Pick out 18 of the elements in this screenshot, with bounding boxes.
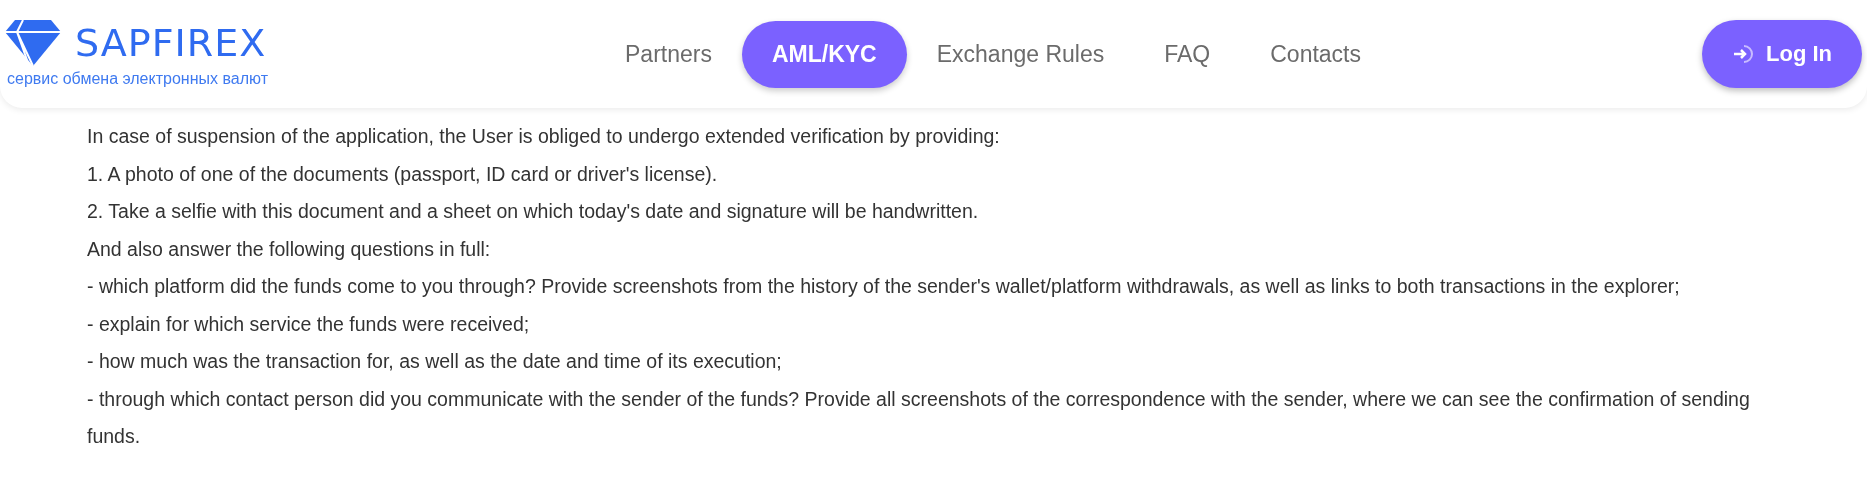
nav-tab[interactable]: Partners [595,20,742,88]
nav-tab[interactable]: AML/KYC [741,20,907,88]
nav-tab[interactable]: Exchange Rules [906,20,1135,88]
body-paragraph: - through which contact person did you communicate with the sender of the funds? Provide all screenshots of the correspondence with the sender, where we can see the confirmation of sending funds. [87,386,1751,449]
login-button[interactable]: Log In [1702,20,1862,88]
body-paragraph: In case of suspension of the application, the User is obliged to undergo extended verification by providing: [87,124,1001,149]
nav-tab[interactable]: FAQ [1134,20,1241,88]
logo-name[interactable]: SAPFIREX [75,21,267,65]
diamond-logo-icon [5,20,61,66]
body-paragraph: And also answer the following questions in full: [87,236,492,262]
body-paragraph: - which platform did the funds come to you through? Provide screenshots from the history of the sender's wallet/platform withdrawals, as well as links to both transactions in the explorer; [87,274,1681,299]
logo-tagline: сервис обмена электронных валют [7,70,269,88]
nav-tab[interactable]: Contacts [1240,20,1391,88]
body-paragraph: - how much was the transaction for, as well as the date and time of its execution; [87,349,783,374]
body-paragraph: 2. Take a selfie with this document and a sheet on which today's date and signature will be handwritten. [87,199,980,224]
body-paragraph: - explain for which service the funds were received; [87,311,531,337]
login-icon [1732,43,1754,65]
body-paragraph: 1. A photo of one of the documents (passport, ID card or driver's license). [87,161,719,187]
